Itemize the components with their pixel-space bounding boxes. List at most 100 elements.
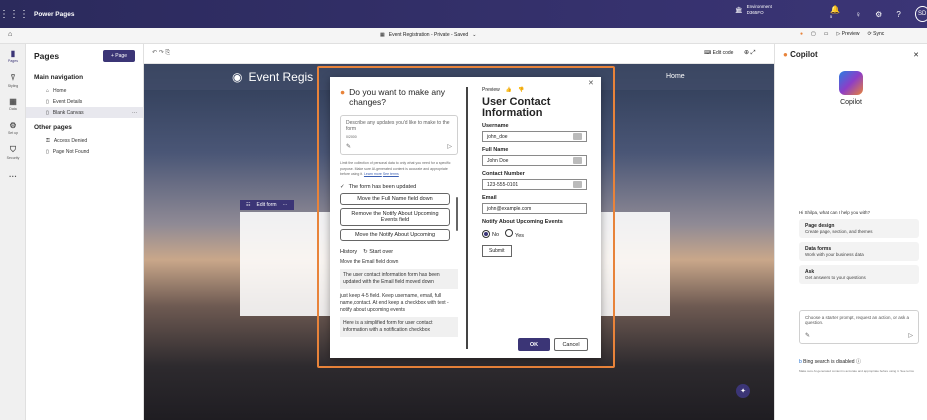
close-icon[interactable]: ✕	[588, 79, 594, 87]
more-icon: ···	[9, 171, 17, 181]
device-icon[interactable]: ▢	[811, 31, 816, 37]
page-item-not-found[interactable]: ▯ Page Not Found	[26, 146, 143, 157]
chat-scrollbar[interactable]	[456, 197, 458, 231]
copilot-input[interactable]: Choose a starter prompt, request an acti…	[799, 310, 919, 344]
settings-icon[interactable]: ⚙	[875, 10, 882, 19]
rail-setup[interactable]: ⚙ Set up	[0, 116, 26, 140]
help-icon[interactable]: ?	[896, 10, 900, 19]
page-icon: ▯	[46, 98, 49, 105]
history-header: History ↻ Start over	[340, 248, 394, 255]
main-nav-heading: Main navigation	[34, 74, 84, 81]
starter-card-data-forms[interactable]: Data forms Work with your business data	[799, 242, 919, 261]
page-item-event-details[interactable]: ▯ Event Details	[26, 96, 143, 107]
data-icon: ▦	[9, 97, 17, 106]
suggestion-1[interactable]: Move the Full Name field down	[340, 192, 450, 205]
other-pages-heading: Other pages	[34, 124, 72, 131]
full-name-field[interactable]: John Doe	[482, 155, 587, 166]
pages-icon: ▮	[10, 49, 16, 58]
sync-button[interactable]: ⟳ Sync	[868, 31, 885, 37]
copilot-footer: Make sure AI-generated content is accura…	[799, 369, 914, 373]
preview-label: Preview 👍 👎	[482, 87, 525, 93]
home-icon: ⌂	[46, 87, 50, 94]
suggestion-3[interactable]: Move the Notify About Upcoming	[340, 228, 450, 241]
page-item-blank-canvas[interactable]: ▯ Blank Canvas ···	[26, 107, 143, 118]
pages-title: Pages	[34, 51, 60, 61]
preview-button[interactable]: ▷ Preview	[837, 31, 860, 37]
radio-yes[interactable]: Yes	[505, 229, 524, 239]
ok-button[interactable]: OK	[518, 338, 550, 351]
dialog-divider	[466, 87, 468, 349]
notifications-icon[interactable]: 🔔5	[830, 5, 841, 24]
copilot-icon: ●	[783, 50, 788, 59]
edit-form-button[interactable]: ☷ Edit form ···	[240, 200, 294, 210]
suggestion-2[interactable]: Remove the Notify About Upcoming Events …	[340, 207, 450, 226]
info-icon: ⓘ	[855, 359, 861, 365]
rail-security[interactable]: ⛉ Security	[0, 140, 26, 164]
add-page-button[interactable]: + Page	[103, 50, 135, 62]
keyboard-icon	[573, 157, 582, 164]
page-item-home[interactable]: ⌂ Home	[26, 85, 143, 96]
page-icon: ▯	[46, 109, 49, 116]
wand-icon[interactable]: ✎	[805, 332, 810, 339]
username-field[interactable]: john_doe	[482, 131, 587, 142]
lightbulb-icon[interactable]: ♀	[855, 10, 861, 19]
submit-button[interactable]: Submit	[482, 245, 512, 257]
rail-styling[interactable]: ⍢ Styling	[0, 68, 26, 92]
contact-number-field[interactable]: 123-555-0101	[482, 179, 587, 190]
undo-icon[interactable]: ↶ ↷ ⎘	[152, 49, 170, 57]
start-over-button[interactable]: ↻ Start over	[363, 249, 393, 255]
bing-status: b Bing search is disabled ⓘ	[799, 359, 861, 365]
prompt-input[interactable]: Describe any updates you'd like to make …	[340, 115, 458, 155]
app-launcher-icon[interactable]: ⋮⋮⋮	[0, 0, 29, 28]
home-icon[interactable]: ⌂	[8, 31, 12, 38]
send-icon[interactable]: ▷	[447, 143, 452, 150]
email-field[interactable]: john@example.com	[482, 203, 587, 214]
rail-data[interactable]: ▦ Data	[0, 92, 26, 116]
thumbs-up-icon[interactable]: 👍	[506, 87, 512, 93]
form-title: User Contact Information	[482, 96, 551, 119]
thumbs-down-icon[interactable]: 👎	[518, 87, 524, 93]
avatar[interactable]: SD	[914, 6, 927, 22]
ask-title: ● Do you want to make any changes?	[340, 87, 446, 107]
comment-icon[interactable]: ▭	[824, 31, 829, 37]
field-label: Email	[482, 195, 497, 201]
history-response: Here is a simplified form for user conta…	[340, 316, 458, 337]
starter-card-page-design[interactable]: Page design Create page, section, and the…	[799, 219, 919, 238]
starter-card-ask[interactable]: Ask Get answers to your questions	[799, 265, 919, 284]
logo-icon: ◉	[232, 70, 243, 84]
dialog-chat-column: ● Do you want to make any changes? Descri…	[340, 87, 458, 353]
rail-pages[interactable]: ▮ Pages	[0, 44, 26, 68]
zoom-icon[interactable]: ⊕ ⤢	[744, 49, 756, 57]
notify-radios: No Yes	[482, 229, 594, 239]
left-rail: ▮ Pages ⍢ Styling ▦ Data ⚙ Set up ⛉ Security …	[0, 44, 26, 420]
see-terms-link[interactable]: See terms	[383, 172, 399, 176]
copilot-icon[interactable]: ●	[800, 31, 803, 37]
edit-code-button[interactable]: ⌨ Edit code	[704, 50, 733, 56]
more-icon: ···	[132, 109, 137, 116]
site-status[interactable]: ▦ Event Registration - Private - Saved ⌄	[380, 32, 476, 38]
rail-more[interactable]: ···	[0, 164, 26, 188]
env-name: D365FO	[746, 10, 764, 15]
page-icon: ▯	[46, 148, 49, 155]
copilot-fab-icon[interactable]: ✦	[736, 384, 750, 398]
command-bar: ⌂ ▦ Event Registration - Private - Saved…	[0, 28, 927, 44]
keyboard-icon	[573, 133, 582, 140]
history-response: The user contact information form has be…	[340, 268, 458, 289]
styling-icon: ⍢	[10, 72, 16, 82]
learn-more-link[interactable]: Learn more	[364, 172, 382, 176]
cancel-button[interactable]: Cancel	[554, 338, 588, 351]
field-label: Full Name	[482, 147, 509, 153]
pages-panel: Pages + Page Main navigation ⌂ Home ▯ Even…	[26, 44, 144, 420]
site-home-link[interactable]: Home	[666, 73, 685, 80]
environment-picker[interactable]: 🏛 Environment D365FO	[735, 4, 772, 16]
wand-icon[interactable]: ✎	[346, 143, 351, 150]
copilot-title: ● Copilot	[783, 50, 818, 59]
send-icon[interactable]: ▷	[908, 332, 913, 339]
page-item-access-denied[interactable]: ⚿ Access Denied	[26, 135, 143, 146]
security-icon: ⛉	[10, 144, 16, 154]
radio-no[interactable]: No	[482, 230, 499, 238]
canvas-toolbar: ↶ ↷ ⎘ ⌨ Edit code ⊕ ⤢	[144, 44, 774, 64]
setup-icon: ⚙	[9, 121, 17, 130]
chevron-down-icon: ⌄	[472, 32, 477, 38]
close-icon[interactable]: ✕	[913, 51, 919, 59]
